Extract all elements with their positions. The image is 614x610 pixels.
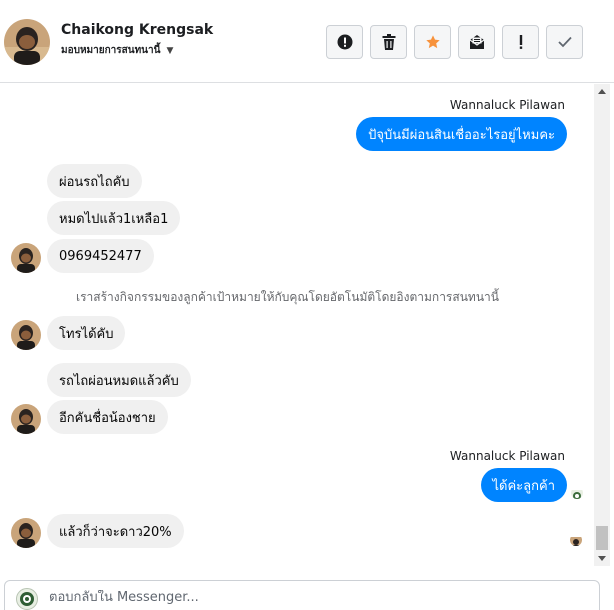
contact-avatar[interactable] <box>11 320 41 350</box>
alert-circle-icon <box>337 34 352 50</box>
incoming-message[interactable]: ผ่อนรถไถคับ <box>47 164 142 198</box>
scroll-up-icon[interactable] <box>598 89 606 94</box>
incoming-message[interactable]: 0969452477 <box>47 239 154 273</box>
messenger-page-icon <box>16 588 38 610</box>
scrollbar-thumb[interactable] <box>596 526 608 550</box>
reply-composer <box>4 580 600 610</box>
contact-name[interactable]: Chaikong Krengsak <box>61 22 213 38</box>
contact-avatar[interactable] <box>11 243 41 273</box>
sender-name: Wannaluck Pilawan <box>449 98 565 112</box>
thread-scrollbar[interactable] <box>594 84 610 566</box>
mark-done-button[interactable] <box>546 25 583 59</box>
message-thread[interactable]: Wannaluck Pilawan ปัจุบันมีผ่อนสินเชื่ออ… <box>0 84 594 566</box>
trash-icon <box>382 34 395 50</box>
check-icon <box>557 36 572 48</box>
caret-down-icon: ▼ <box>166 45 174 56</box>
seen-indicator-avatar <box>571 487 583 499</box>
assign-label: มอบหมายการสนทนานี้ <box>61 45 161 56</box>
exclamation-icon <box>519 35 522 49</box>
contact-avatar[interactable] <box>11 404 41 434</box>
spam-button[interactable] <box>326 25 363 59</box>
contact-avatar[interactable] <box>4 19 50 65</box>
star-button[interactable] <box>414 25 451 59</box>
reply-input[interactable] <box>49 590 569 605</box>
incoming-message[interactable]: แล้วก็ว่าจะดาว20% <box>47 514 184 548</box>
sender-name: Wannaluck Pilawan <box>449 449 565 463</box>
incoming-message[interactable]: หมดไปแล้ว1เหลือ1 <box>47 201 181 235</box>
star-icon <box>425 35 440 49</box>
incoming-message[interactable]: อีกคันชื่อน้องชาย <box>47 400 168 434</box>
mark-unread-button[interactable] <box>458 25 495 59</box>
follow-up-button[interactable] <box>502 25 539 59</box>
incoming-message[interactable]: โทรได้คับ <box>47 316 126 350</box>
conversation-toolbar <box>326 25 583 59</box>
outgoing-message[interactable]: ปัจุบันมีผ่อนสินเชื่ออะไรอยู่ไหมคะ <box>356 117 567 151</box>
envelope-icon <box>469 35 484 49</box>
seen-indicator-avatar <box>570 534 582 546</box>
assign-conversation-dropdown[interactable]: มอบหมายการสนทนานี้ ▼ <box>61 43 173 58</box>
contact-avatar[interactable] <box>11 518 41 548</box>
outgoing-message[interactable]: ได้ค่ะลูกค้า <box>480 468 567 502</box>
incoming-message[interactable]: รถไถผ่อนหมดแล้วคับ <box>47 363 191 397</box>
scroll-down-icon[interactable] <box>598 556 606 561</box>
delete-button[interactable] <box>370 25 407 59</box>
system-notice: เราสร้างกิจกรรมของลูกค้าเป้าหมายให้กับคุ… <box>76 290 499 304</box>
conversation-header: Chaikong Krengsak มอบหมายการสนทนานี้ ▼ <box>0 0 614 83</box>
